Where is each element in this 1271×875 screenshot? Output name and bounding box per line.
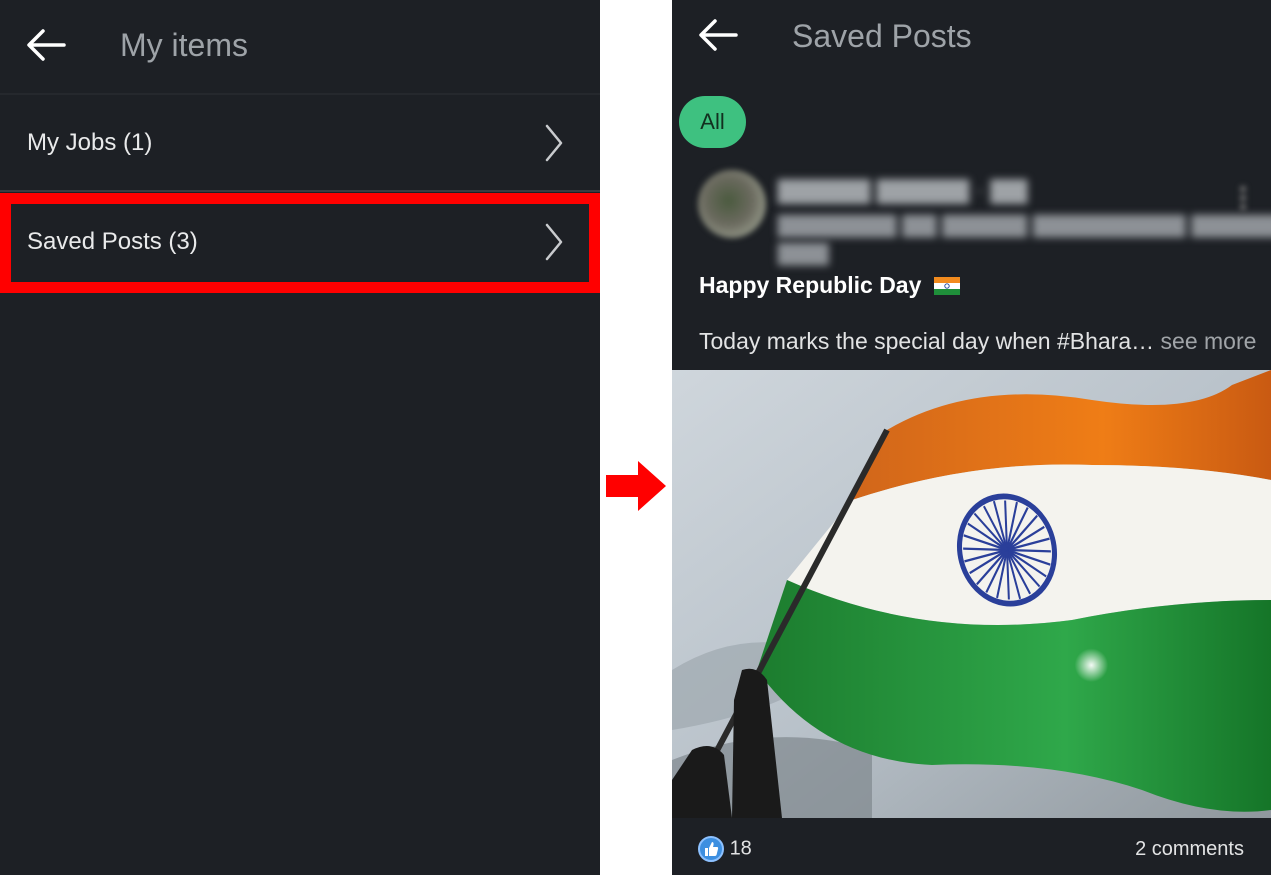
row-label-my-jobs: My Jobs (1) [27,129,153,156]
more-icon[interactable] [1236,183,1250,213]
back-arrow-icon[interactable] [698,18,738,52]
post-body: Today marks the special day when #Bhara…… [699,328,1256,355]
likes-number: 18 [729,837,752,860]
author-avatar[interactable] [698,170,766,238]
divider [0,190,600,192]
filter-all-pill[interactable]: All [679,96,746,148]
author-headline-blurred: ▇▇▇ [778,240,829,265]
page-title: My items [120,27,248,63]
author-headline-blurred: ▇▇▇▇▇▇▇ ▇▇ ▇▇▇▇▇ ▇▇▇▇▇▇▇▇▇ ▇▇▇▇▇▇ [778,212,1271,237]
red-arrow-icon [606,461,666,511]
page-title: Saved Posts [792,18,972,54]
post-title: Happy Republic Day [699,272,960,299]
post-image[interactable] [672,370,1271,818]
likes-count[interactable]: 18 [698,836,752,862]
post-title-text: Happy Republic Day [699,272,922,298]
like-icon [698,836,724,862]
post-body-text: Today marks the special day when #Bhara… [699,328,1155,354]
back-arrow-icon[interactable] [26,28,66,62]
india-flag-icon [933,277,960,295]
comments-count[interactable]: 2 comments [1135,838,1244,861]
row-my-jobs[interactable]: My Jobs (1) [0,94,600,191]
chevron-right-icon [545,124,563,162]
top-bar: My items [0,0,600,93]
see-more-link[interactable]: see more [1161,328,1257,354]
my-items-screen: My items My Jobs (1) Saved Posts (3) [0,0,600,875]
highlight-box [0,193,600,293]
author-name-blurred[interactable]: ▇▇▇▇▇ ▇▇▇▇▇ · ▇▇ [778,176,1027,205]
